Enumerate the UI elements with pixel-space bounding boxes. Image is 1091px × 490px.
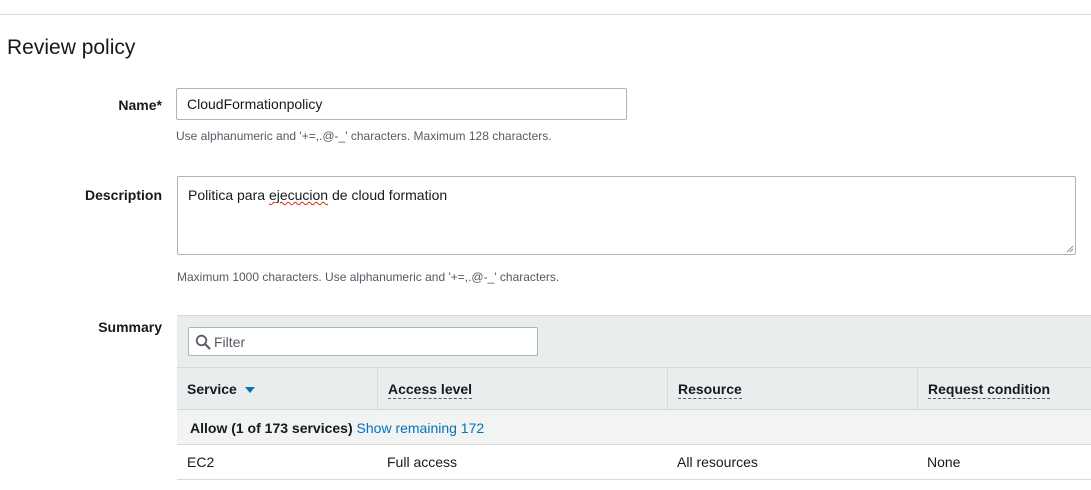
description-text-start: Politica para xyxy=(188,187,269,203)
allow-group-label: Allow (1 of 173 services) xyxy=(190,420,353,436)
page-title: Review policy xyxy=(7,36,136,59)
policy-name-input[interactable] xyxy=(176,88,627,120)
table-header: Service Access level Resource Request co… xyxy=(177,367,1091,410)
resize-grip-icon[interactable] xyxy=(1066,245,1074,253)
column-header-request-condition[interactable]: Request condition xyxy=(917,368,1091,409)
allow-group-row: Allow (1 of 173 services) Show remaining… xyxy=(177,410,1091,445)
caret-down-icon[interactable] xyxy=(244,387,255,394)
description-label: Description xyxy=(84,187,162,203)
show-remaining-link[interactable]: Show remaining 172 xyxy=(357,420,485,436)
filter-bar xyxy=(177,316,1091,367)
filter-field[interactable] xyxy=(188,327,538,356)
description-textarea[interactable]: Politica para ejecucion de cloud formati… xyxy=(177,176,1076,255)
access-level-cell: Full access xyxy=(387,454,458,470)
resource-cell: All resources xyxy=(677,454,758,470)
column-header-service[interactable]: Service xyxy=(177,368,377,409)
column-header-access-level-label: Access level xyxy=(388,381,473,399)
description-misspelled-word: ejecucion xyxy=(268,187,329,203)
column-header-resource-label: Resource xyxy=(678,381,742,399)
description-text-end: de cloud formation xyxy=(328,187,448,203)
column-header-resource[interactable]: Resource xyxy=(667,368,917,409)
name-label: Name* xyxy=(118,97,162,113)
request-condition-cell: None xyxy=(927,454,961,470)
column-header-access-level[interactable]: Access level xyxy=(377,368,667,409)
summary-table: Service Access level Resource Request co… xyxy=(177,315,1091,486)
top-divider xyxy=(0,14,1091,15)
name-hint: Use alphanumeric and '+=,.@-_' character… xyxy=(176,129,552,143)
column-header-request-condition-label: Request condition xyxy=(928,381,1051,399)
table-row: EC2 Full access All resources None xyxy=(177,445,1091,480)
filter-input[interactable] xyxy=(214,328,534,355)
column-header-service-label: Service xyxy=(187,381,237,397)
summary-label: Summary xyxy=(98,319,162,335)
service-link-ec2[interactable]: EC2 xyxy=(187,454,214,470)
description-hint: Maximum 1000 characters. Use alphanumeri… xyxy=(177,270,560,284)
search-icon xyxy=(195,334,211,350)
